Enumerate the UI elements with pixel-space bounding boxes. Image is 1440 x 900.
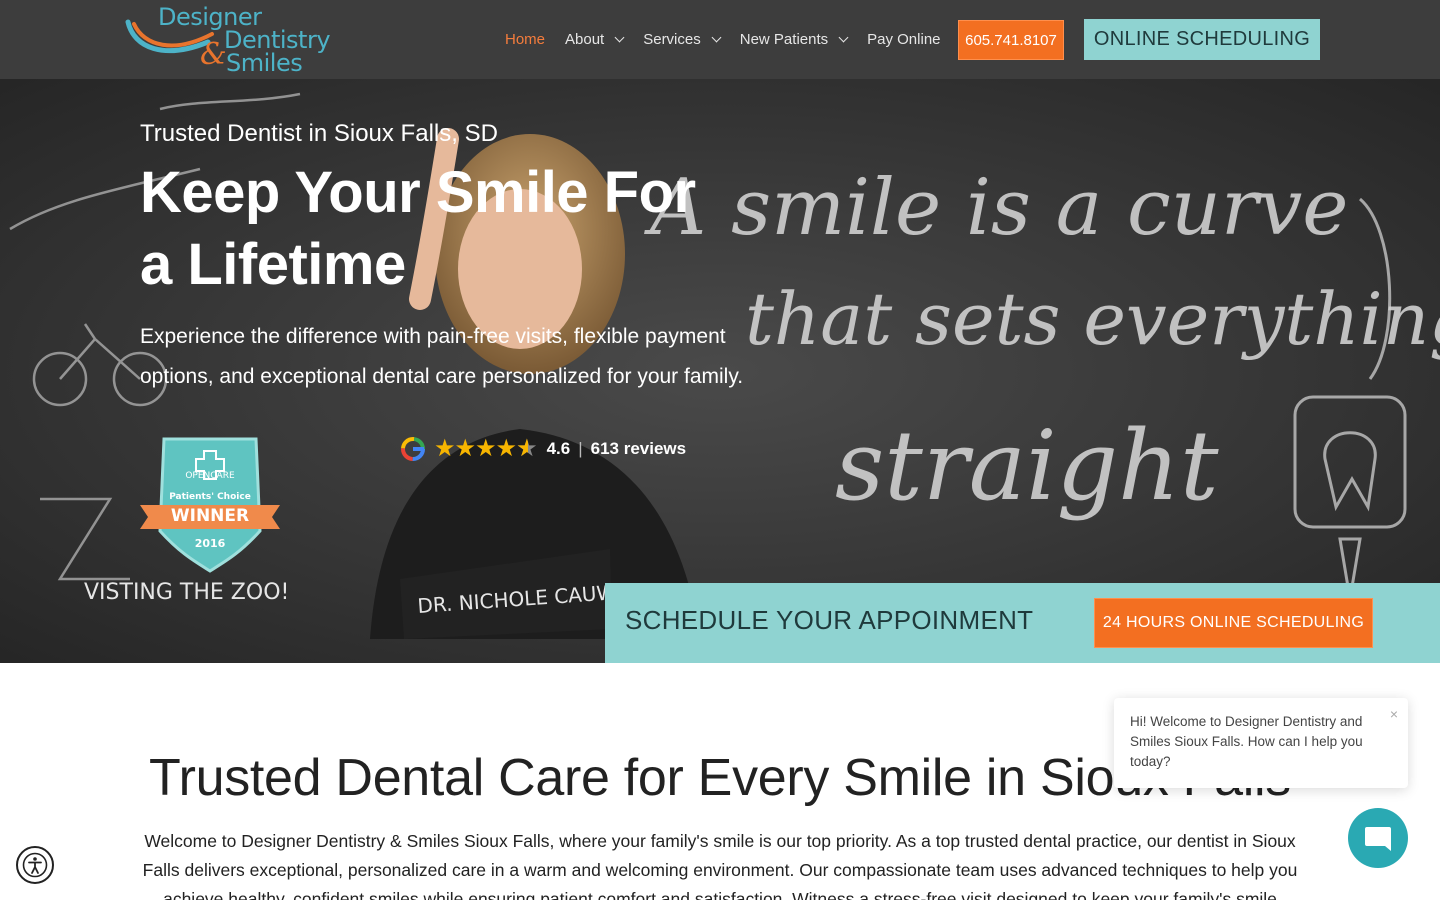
hero-title: Keep Your Smile For a Lifetime: [140, 157, 760, 301]
nav-item-home[interactable]: Home: [495, 31, 555, 48]
nav-label-about: About: [565, 31, 605, 48]
nav-label-home: Home: [505, 31, 546, 48]
svg-text:Patients' Choice: Patients' Choice: [169, 492, 251, 502]
section-body: Welcome to Designer Dentistry & Smiles S…: [142, 831, 1298, 900]
main-nav: Home About Services New Patients Pay Onl…: [495, 0, 951, 79]
online-scheduling-button[interactable]: ONLINE SCHEDULING: [1084, 19, 1320, 60]
svg-text:OPENCARE: OPENCARE: [185, 471, 235, 481]
chevron-down-icon: [711, 32, 722, 43]
hero-title-line1: Keep Your Smile For: [140, 160, 696, 225]
rating-separator: |: [578, 439, 583, 458]
hero-eyebrow: Trusted Dentist in Sioux Falls, SD: [140, 120, 498, 147]
star-icon: ★: [495, 435, 518, 462]
close-icon[interactable]: ×: [1390, 704, 1398, 724]
appointment-text: SCHEDULE YOUR APPOINMENT: [625, 605, 1034, 635]
google-rating[interactable]: ★ ★ ★ ★ ★ 4.6 | 613 reviews: [400, 434, 686, 464]
nav-item-services[interactable]: Services: [633, 31, 730, 48]
rating-stars: ★ ★ ★ ★ ★: [434, 435, 538, 462]
logo-ampersand: &: [200, 37, 227, 72]
hero-subtitle: Experience the difference with pain-free…: [140, 325, 744, 388]
svg-text:VISTING THE ZOO!: VISTING THE ZOO!: [84, 580, 289, 605]
svg-text:that sets everything: that sets everything: [745, 277, 1440, 361]
nav-label-new-patients: New Patients: [739, 31, 829, 48]
svg-text:WINNER: WINNER: [171, 506, 249, 526]
badge-shield-icon: OPENCARE Patients' Choice WINNER 2016: [140, 437, 280, 573]
star-icon: ★: [434, 435, 456, 462]
accessibility-icon: [22, 852, 48, 878]
nav-label-services: Services: [643, 31, 701, 48]
nav-item-new-patients[interactable]: New Patients: [730, 31, 857, 48]
site-header: Designer Dentistry & Smiles Home About S…: [0, 0, 1440, 79]
star-icon: ★: [475, 435, 497, 462]
nav-label-pay-online: Pay Online: [867, 31, 941, 48]
opencare-winner-badge: OPENCARE Patients' Choice WINNER 2016: [140, 435, 280, 575]
appointment-bar: SCHEDULE YOUR APPOINMENT 24 HOURS ONLINE…: [605, 583, 1440, 663]
google-icon: [401, 437, 425, 461]
chevron-down-icon: [838, 32, 849, 43]
chat-launcher-button[interactable]: [1348, 808, 1408, 868]
svg-text:2016: 2016: [195, 537, 226, 550]
chevron-down-icon: [614, 32, 625, 43]
rating-score: 4.6: [546, 439, 571, 458]
nav-item-about[interactable]: About: [555, 31, 633, 48]
24-hour-scheduling-button[interactable]: 24 HOURS ONLINE SCHEDULING: [1094, 598, 1373, 648]
site-logo[interactable]: Designer Dentistry & Smiles: [124, 2, 339, 76]
nav-item-pay-online[interactable]: Pay Online: [857, 31, 950, 48]
rating-reviews: 613 reviews: [590, 439, 687, 458]
hero-title-line2: a Lifetime: [140, 232, 406, 297]
phone-button[interactable]: 605.741.8107: [958, 20, 1064, 60]
chat-icon: [1365, 827, 1391, 851]
chat-message: Hi! Welcome to Designer Dentistry and Sm…: [1130, 714, 1363, 769]
hero-section: A smile is a curve that sets everything …: [0, 79, 1440, 663]
chat-welcome-popup[interactable]: Hi! Welcome to Designer Dentistry and Sm…: [1114, 698, 1408, 788]
svg-text:straight: straight: [835, 410, 1219, 522]
star-half-icon: ★: [516, 437, 538, 462]
star-icon: ★: [454, 435, 477, 462]
logo-text-smiles: Smiles: [226, 49, 303, 77]
accessibility-button[interactable]: [16, 846, 54, 884]
